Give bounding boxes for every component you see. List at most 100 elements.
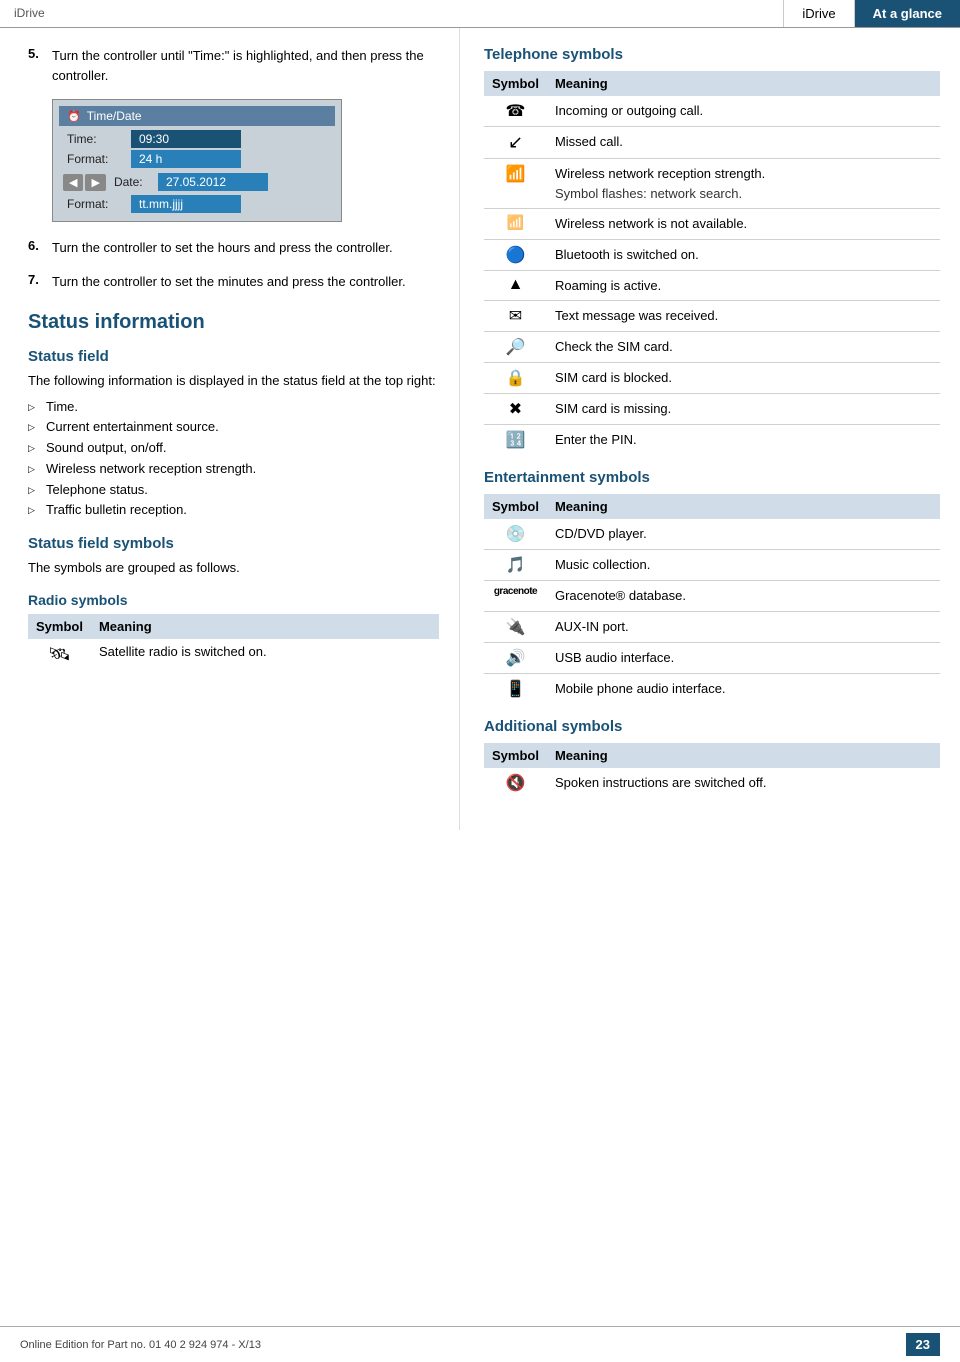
table-row: 🔒 SIM card is blocked. xyxy=(484,363,940,394)
ent-meaning-mobile: Mobile phone audio interface. xyxy=(547,673,940,704)
tel-sym-missed: ↙ xyxy=(484,127,547,159)
bullet-traffic: Traffic bulletin reception. xyxy=(28,500,439,521)
nav-arrows: ◀ ▶ xyxy=(63,174,106,191)
tel-meaning-text: Text message was received. xyxy=(547,301,940,332)
ent-sym-gracenote: gracenote xyxy=(484,581,547,612)
radio-meaning-satellite: Satellite radio is switched on. xyxy=(91,639,439,670)
ent-sym-dvd: 💿 xyxy=(484,519,547,550)
ent-meaning-aux: AUX-IN port. xyxy=(547,611,940,642)
bullet-entertainment: Current entertainment source. xyxy=(28,417,439,438)
add-col-meaning: Meaning xyxy=(547,743,940,768)
entertainment-symbols-heading: Entertainment symbols xyxy=(484,469,940,486)
page-header: iDrive iDrive At a glance xyxy=(0,0,960,28)
tel-sym-no-network: 📶 xyxy=(484,209,547,240)
nav-left-arrow[interactable]: ◀ xyxy=(63,174,83,191)
radio-symbol-satellite: 🛰 xyxy=(28,639,91,670)
product-label: iDrive xyxy=(14,6,45,20)
table-row: ☎ Incoming or outgoing call. xyxy=(484,96,940,127)
table-row: 📶 Wireless network reception strength. S… xyxy=(484,159,940,209)
nav-idrive[interactable]: iDrive xyxy=(783,0,853,27)
ent-col-meaning: Meaning xyxy=(547,494,940,519)
table-row: 🔢 Enter the PIN. xyxy=(484,425,940,456)
tel-sym-pin: 🔢 xyxy=(484,425,547,456)
table-row: 📱 Mobile phone audio interface. xyxy=(484,673,940,704)
step-6-num: 6. xyxy=(28,238,44,258)
table-row: 🔊 USB audio interface. xyxy=(484,642,940,673)
radio-symbols-heading: Radio symbols xyxy=(28,592,439,608)
nav-at-a-glance[interactable]: At a glance xyxy=(854,0,960,27)
time-date-screenshot: ⏰ Time/Date Time: 09:30 Format: 24 h ◀ ▶… xyxy=(52,99,342,222)
table-row: ▲ Roaming is active. xyxy=(484,270,940,301)
add-sym-mute: 🔇 xyxy=(484,768,547,798)
screenshot-row-format2: Format: tt.mm.jjjj xyxy=(59,195,335,213)
header-product: iDrive xyxy=(0,0,783,27)
tel-sym-bluetooth: 🔵 xyxy=(484,239,547,270)
screenshot-row-format1: Format: 24 h xyxy=(59,150,335,168)
table-row: ✖ SIM card is missing. xyxy=(484,394,940,425)
ent-meaning-usb: USB audio interface. xyxy=(547,642,940,673)
status-field-symbols-body: The symbols are grouped as follows. xyxy=(28,558,439,578)
tel-meaning-incoming: Incoming or outgoing call. xyxy=(547,96,940,127)
additional-symbols-heading: Additional symbols xyxy=(484,718,940,735)
tel-meaning-reception-sub: Symbol flashes: network search. xyxy=(555,184,932,204)
bullet-sound: Sound output, on/off. xyxy=(28,438,439,459)
table-row: ↙ Missed call. xyxy=(484,127,940,159)
radio-col-symbol: Symbol xyxy=(28,614,91,639)
table-row: 💿 CD/DVD player. xyxy=(484,519,940,550)
tel-col-meaning: Meaning xyxy=(547,71,940,96)
add-col-symbol: Symbol xyxy=(484,743,547,768)
step-6-text: Turn the controller to set the hours and… xyxy=(52,238,393,258)
tel-sym-sim-missing: ✖ xyxy=(484,394,547,425)
status-field-symbols-heading: Status field symbols xyxy=(28,535,439,552)
format1-label: Format: xyxy=(59,152,131,166)
ent-col-symbol: Symbol xyxy=(484,494,547,519)
screenshot-title-bar: ⏰ Time/Date xyxy=(59,106,335,126)
step-5: 5. Turn the controller until "Time:" is … xyxy=(28,46,439,85)
step-7-text: Turn the controller to set the minutes a… xyxy=(52,272,406,292)
footer-text: Online Edition for Part no. 01 40 2 924 … xyxy=(20,1339,261,1351)
status-field-heading: Status field xyxy=(28,348,439,365)
status-field-body: The following information is displayed i… xyxy=(28,371,439,391)
page-footer: Online Edition for Part no. 01 40 2 924 … xyxy=(0,1326,960,1362)
telephone-symbols-heading: Telephone symbols xyxy=(484,46,940,63)
table-row: ✉ Text message was received. xyxy=(484,301,940,332)
right-column: Telephone symbols Symbol Meaning ☎ Incom… xyxy=(460,28,960,830)
tel-sym-incoming: ☎ xyxy=(484,96,547,127)
tel-sym-text: ✉ xyxy=(484,301,547,332)
table-row: 🎵 Music collection. xyxy=(484,550,940,581)
ent-sym-aux: 🔌 xyxy=(484,611,547,642)
ent-sym-usb: 🔊 xyxy=(484,642,547,673)
date-value: 27.05.2012 xyxy=(158,173,268,191)
nav-right-arrow[interactable]: ▶ xyxy=(85,174,105,191)
additional-symbols-table: Symbol Meaning 🔇 Spoken instructions are… xyxy=(484,743,940,798)
radio-symbols-table: Symbol Meaning 🛰 Satellite radio is swit… xyxy=(28,614,439,670)
table-row: 🔵 Bluetooth is switched on. xyxy=(484,239,940,270)
bullet-telephone: Telephone status. xyxy=(28,480,439,501)
page-number: 23 xyxy=(906,1333,940,1356)
tel-sym-sim-blocked: 🔒 xyxy=(484,363,547,394)
tel-sym-roaming: ▲ xyxy=(484,270,547,301)
header-nav: iDrive At a glance xyxy=(783,0,960,27)
format2-label: Format: xyxy=(59,197,131,211)
ent-meaning-music: Music collection. xyxy=(547,550,940,581)
step-5-num: 5. xyxy=(28,46,44,85)
radio-col-meaning: Meaning xyxy=(91,614,439,639)
tel-meaning-sim-blocked: SIM card is blocked. xyxy=(547,363,940,394)
table-row: 🔎 Check the SIM card. xyxy=(484,332,940,363)
table-row: gracenote Gracenote® database. xyxy=(484,581,940,612)
step-5-text: Turn the controller until "Time:" is hig… xyxy=(52,46,439,85)
tel-meaning-bluetooth: Bluetooth is switched on. xyxy=(547,239,940,270)
tel-meaning-sim-missing: SIM card is missing. xyxy=(547,394,940,425)
tel-meaning-reception: Wireless network reception strength. Sym… xyxy=(547,159,940,209)
ent-meaning-dvd: CD/DVD player. xyxy=(547,519,940,550)
bullet-time: Time. xyxy=(28,397,439,418)
time-value: 09:30 xyxy=(131,130,241,148)
tel-sym-reception: 📶 xyxy=(484,159,547,209)
screenshot-title: Time/Date xyxy=(87,109,142,123)
step-7: 7. Turn the controller to set the minute… xyxy=(28,272,439,292)
tel-meaning-no-network: Wireless network is not available. xyxy=(547,209,940,240)
date-label: Date: xyxy=(106,175,158,189)
table-row: 🛰 Satellite radio is switched on. xyxy=(28,639,439,670)
left-column: 5. Turn the controller until "Time:" is … xyxy=(0,28,460,830)
tel-sym-sim-check: 🔎 xyxy=(484,332,547,363)
